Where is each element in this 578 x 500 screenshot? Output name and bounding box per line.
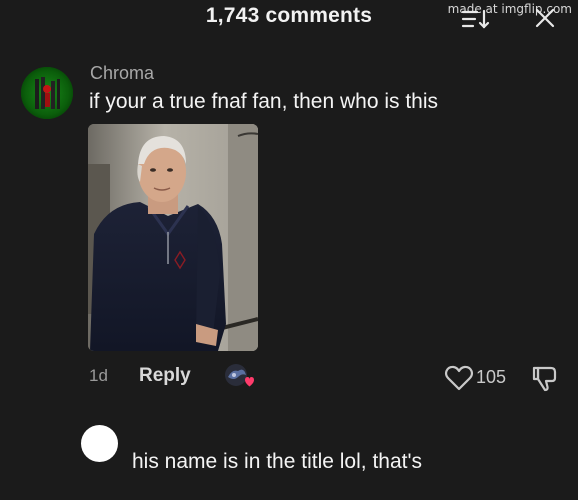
comment-text: if your a true fnaf fan, then who is thi… xyxy=(89,90,439,113)
dislike-icon[interactable] xyxy=(529,364,559,392)
comment-attached-photo[interactable] xyxy=(88,124,258,351)
creator-liked-badge-icon xyxy=(225,364,254,387)
comment-username[interactable]: Chroma xyxy=(90,63,154,84)
close-icon[interactable] xyxy=(534,7,556,29)
reply-avatar[interactable] xyxy=(81,425,118,462)
sort-icon[interactable] xyxy=(461,8,491,30)
heart-icon[interactable] xyxy=(444,364,474,392)
like-count: 105 xyxy=(476,367,507,387)
reply-button[interactable]: Reply xyxy=(139,365,191,387)
commenter-avatar[interactable] xyxy=(21,67,73,119)
reply-comment-text: his name is in the title lol, that's xyxy=(132,450,422,473)
comment-timestamp: 1d xyxy=(89,366,108,385)
